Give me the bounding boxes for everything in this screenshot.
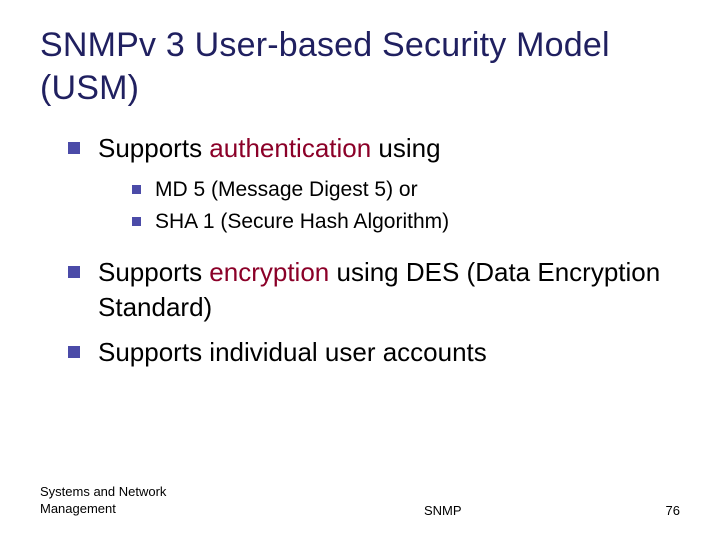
bullet-list-level2: MD 5 (Message Digest 5) or SHA 1 (Secure… xyxy=(68,176,680,237)
slide-footer: Systems and Network Management SNMP 76 xyxy=(40,484,680,518)
slide-body: Supports authentication using MD 5 (Mess… xyxy=(40,131,680,370)
list-item: Supports encryption using DES (Data Encr… xyxy=(68,255,680,325)
highlight-text: encryption xyxy=(209,257,329,287)
list-item: MD 5 (Message Digest 5) or xyxy=(132,176,680,204)
highlight-text: authentication xyxy=(209,133,371,163)
slide: SNMPv 3 User-based Security Model (USM) … xyxy=(0,0,720,540)
square-bullet-icon xyxy=(68,142,80,154)
square-bullet-icon xyxy=(132,185,141,194)
bullet-text: MD 5 (Message Digest 5) or xyxy=(155,176,418,204)
page-number: 76 xyxy=(666,503,680,518)
square-bullet-icon xyxy=(132,217,141,226)
bullet-text: Supports encryption using DES (Data Encr… xyxy=(98,255,680,325)
bullet-text: SHA 1 (Secure Hash Algorithm) xyxy=(155,208,449,236)
square-bullet-icon xyxy=(68,266,80,278)
list-item: SHA 1 (Secure Hash Algorithm) xyxy=(132,208,680,236)
bullet-text: Supports individual user accounts xyxy=(98,335,680,370)
list-item: Supports authentication using xyxy=(68,131,680,166)
text-fragment: Supports xyxy=(98,257,209,287)
text-fragment: using xyxy=(371,133,440,163)
bullet-list-level1: Supports authentication using xyxy=(68,131,680,166)
bullet-list-level1: Supports encryption using DES (Data Encr… xyxy=(68,255,680,370)
bullet-text: Supports authentication using xyxy=(98,131,680,166)
slide-title: SNMPv 3 User-based Security Model (USM) xyxy=(40,24,680,109)
text-fragment: Supports xyxy=(98,133,209,163)
footer-left-text: Systems and Network Management xyxy=(40,484,220,518)
footer-center-text: SNMP xyxy=(220,503,666,518)
square-bullet-icon xyxy=(68,346,80,358)
list-item: Supports individual user accounts xyxy=(68,335,680,370)
